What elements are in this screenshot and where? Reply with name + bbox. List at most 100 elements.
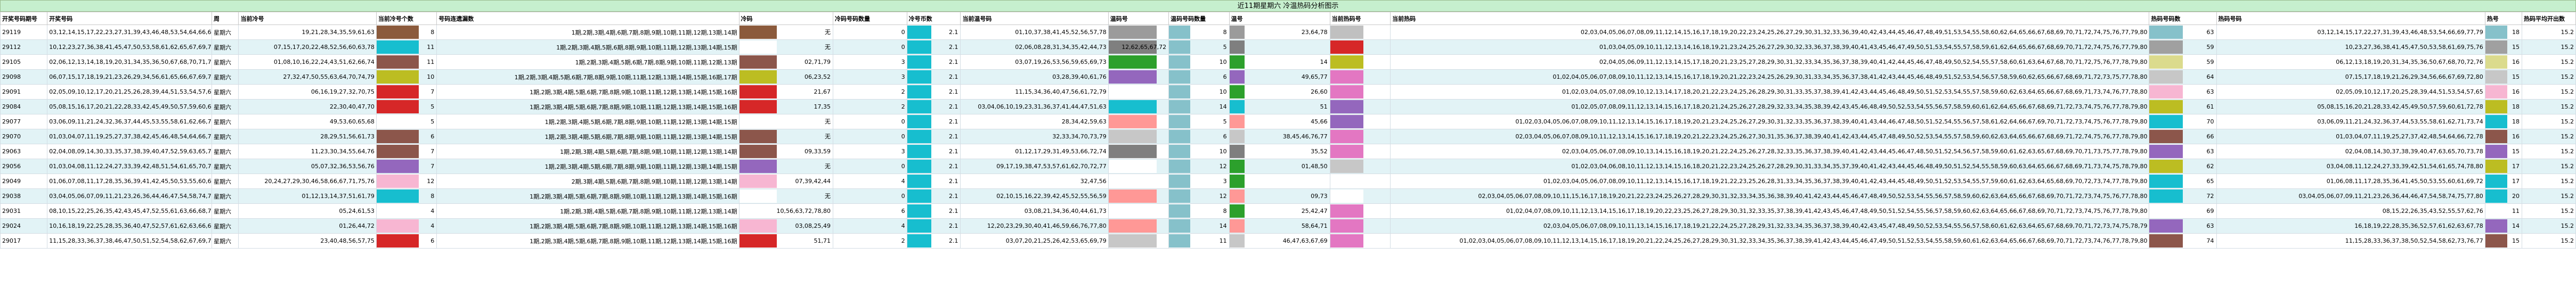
table-cell: 02,03,04,05,06,07,08,09,10,11,13,14,15,1… [1390,218,2150,234]
table-row[interactable]: 29112 10,12,23,27,36,38,41,45,47,50,53,58… [0,39,2576,55]
table-cell: 29063 [0,144,48,159]
column-header[interactable]: 温码号码数量 [1168,12,1230,25]
bar-value: 12 [1219,192,1227,200]
bar-value: 09,33,59 [804,147,831,155]
bar-value: 2.1 [948,222,958,229]
table-row[interactable]: 29077 03,06,09,11,21,24,32,36,37,44,45,53… [0,114,2576,129]
bar-cell: 2.1 [906,24,961,40]
table-cell: 29038 [0,188,48,204]
table-cell: 02,10,15,16,22,39,42,45,52,55,56,59 [960,188,1109,204]
bar-cell [1108,159,1169,174]
bar-cell: 6 [1168,129,1230,144]
table-row[interactable]: 29017 11,15,28,33,36,37,38,46,47,50,51,52… [0,233,2576,249]
table-cell: 19,21,28,34,35,59,61,63 [238,24,377,40]
table-row[interactable]: 29091 02,05,09,10,12,17,20,21,25,26,28,39… [0,84,2576,100]
bar-value: 61 [2206,103,2214,110]
table-cell: 1期,2期,3期,4期,5期,6期,7期,8期,9期,10期,11期,12期,1… [436,114,740,129]
bar-cell: 6 [376,129,437,144]
table-row[interactable]: 29070 01,03,04,07,11,19,25,27,37,38,42,45… [0,129,2576,144]
table-cell: 1期,2期,3期,4期,5期,6期,7期,8期,9期,10期,11期,12期,1… [436,69,740,85]
analysis-table: 开奖号码期号 开奖号码周当前冷号 当前冷号个数 号码连遗漏数 冷码 冷码号码数量 冷号币数当… [0,12,2576,249]
column-header[interactable]: 当前冷号个数 [376,12,437,25]
bar-value: 09,73 [1311,192,1328,200]
column-header[interactable]: 热码平均开出数 [2522,12,2576,25]
bar-cell: 63 [2149,144,2217,159]
bar-cell: 16 [2484,129,2523,144]
bar-cell: 01,48,50 [1229,159,1330,174]
table-row[interactable]: 29119 03,12,14,15,17,22,23,27,31,39,43,46… [0,24,2576,40]
bar-value: 16 [2512,58,2520,65]
bar-value: 16 [2512,88,2520,95]
column-header[interactable]: 冷号币数 [906,12,961,25]
column-header[interactable]: 开奖号码期号 [0,12,48,25]
table-cell: 01,12,17,29,31,49,53,66,72,74 [960,144,1109,159]
table-row[interactable]: 29056 01,03,04,08,11,12,24,27,33,39,42,48… [0,159,2576,174]
table-cell: 22,30,40,47,70 [238,99,377,114]
column-header[interactable]: 热码号码 [2216,12,2485,25]
bar-cell: 66 [2149,129,2217,144]
table-row[interactable]: 29038 03,04,05,06,07,09,11,21,23,26,36,44… [0,188,2576,204]
bar-value: 51,71 [814,237,831,244]
table-cell: 1期,2期,3期,4期,5期,6期,7期,8期,9期,10期,11期,12期,1… [436,218,740,234]
table-row[interactable]: 29084 05,08,15,16,17,20,21,22,28,33,42,45… [0,99,2576,114]
column-header[interactable]: 号码连遗漏数 [436,12,740,25]
bar-cell: 09,33,59 [738,144,833,159]
table-cell: 23,40,48,56,57,75 [238,233,377,249]
column-header[interactable]: 当前冷号 [238,12,377,25]
table-cell: 28,34,42,59,63 [960,114,1109,129]
bar-cell [1108,24,1169,40]
table-row[interactable]: 29098 06,07,15,17,18,19,21,23,26,29,34,56… [0,69,2576,85]
column-header[interactable]: 温码号 [1108,12,1169,25]
bar-cell: 51,71 [738,233,833,249]
bar-value: 2.1 [948,103,958,110]
column-header[interactable]: 周 [212,12,239,25]
bar-cell: 2.1 [906,39,961,55]
bar-cell: 7 [376,159,437,174]
column-header[interactable]: 开奖号码 [47,12,213,25]
bar-fill [1330,204,1363,218]
column-header[interactable]: 当前热码号 [1329,12,1391,25]
table-cell: 29112 [0,39,48,55]
bar-value: 63 [2206,28,2214,36]
column-header[interactable]: 冷码 [738,12,833,25]
bar-value: 2.1 [948,207,958,215]
table-cell: 02,03,04,05,06,07,08,09,10,11,12,13,14,1… [1390,129,2150,144]
column-header[interactable]: 热码号码数 [2149,12,2217,25]
table-cell: 03,04,05,06,07,09,11,21,23,26,36,44,46,4… [2216,188,2485,204]
column-header[interactable]: 热号 [2484,12,2523,25]
bar-fill [1109,204,1157,218]
table-row[interactable]: 29049 01,06,07,08,11,17,28,35,36,39,41,42… [0,174,2576,189]
bar-cell [1108,188,1169,204]
table-cell: 29070 [0,129,48,144]
table-cell: 15.2 [2522,129,2576,144]
bar-value: 5 [430,118,435,125]
table-cell: 06,12,13,18,19,20,31,34,35,36,50,67,68,7… [2216,54,2485,70]
bar-fill [1330,145,1363,158]
bar-value: 6 [430,133,435,140]
column-header[interactable]: 冷码号码数量 [832,12,907,25]
column-header[interactable]: 当前热码 [1390,12,2150,25]
column-header[interactable]: 温号 [1229,12,1330,25]
table-cell: 3 [832,69,907,85]
table-cell: 10,23,27,36,38,41,45,47,50,53,58,61,69,7… [2216,39,2485,55]
bar-fill [1330,130,1363,143]
bar-cell: 15 [2484,144,2523,159]
bar-value: 15 [2512,73,2520,80]
bar-value: 66 [2206,133,2214,140]
bar-cell: 无 [738,129,833,144]
bar-value: 11 [427,43,435,51]
bar-cell: 2.1 [906,159,961,174]
column-header[interactable]: 当前温号码 [960,12,1109,25]
table-cell: 20,24,27,29,30,46,58,66,67,71,75,76 [238,174,377,189]
bar-cell [1329,129,1391,144]
table-row[interactable]: 29063 02,04,08,09,14,30,33,35,37,38,39,40… [0,144,2576,159]
table-cell: 05,07,32,36,53,56,76 [238,159,377,174]
table-cell: 27,32,47,50,55,63,64,70,74,79 [238,69,377,85]
table-row[interactable]: 29024 10,16,18,19,22,25,28,35,36,40,47,52… [0,218,2576,234]
bar-value: 6 [1223,73,1227,80]
bar-cell: 12 [376,174,437,189]
bar-cell: 2.1 [906,144,961,159]
table-row[interactable]: 29105 02,06,12,13,14,18,19,20,31,34,35,36… [0,54,2576,70]
bar-cell [1329,114,1391,129]
table-row[interactable]: 29031 08,10,15,22,25,26,35,42,43,45,47,52… [0,203,2576,219]
